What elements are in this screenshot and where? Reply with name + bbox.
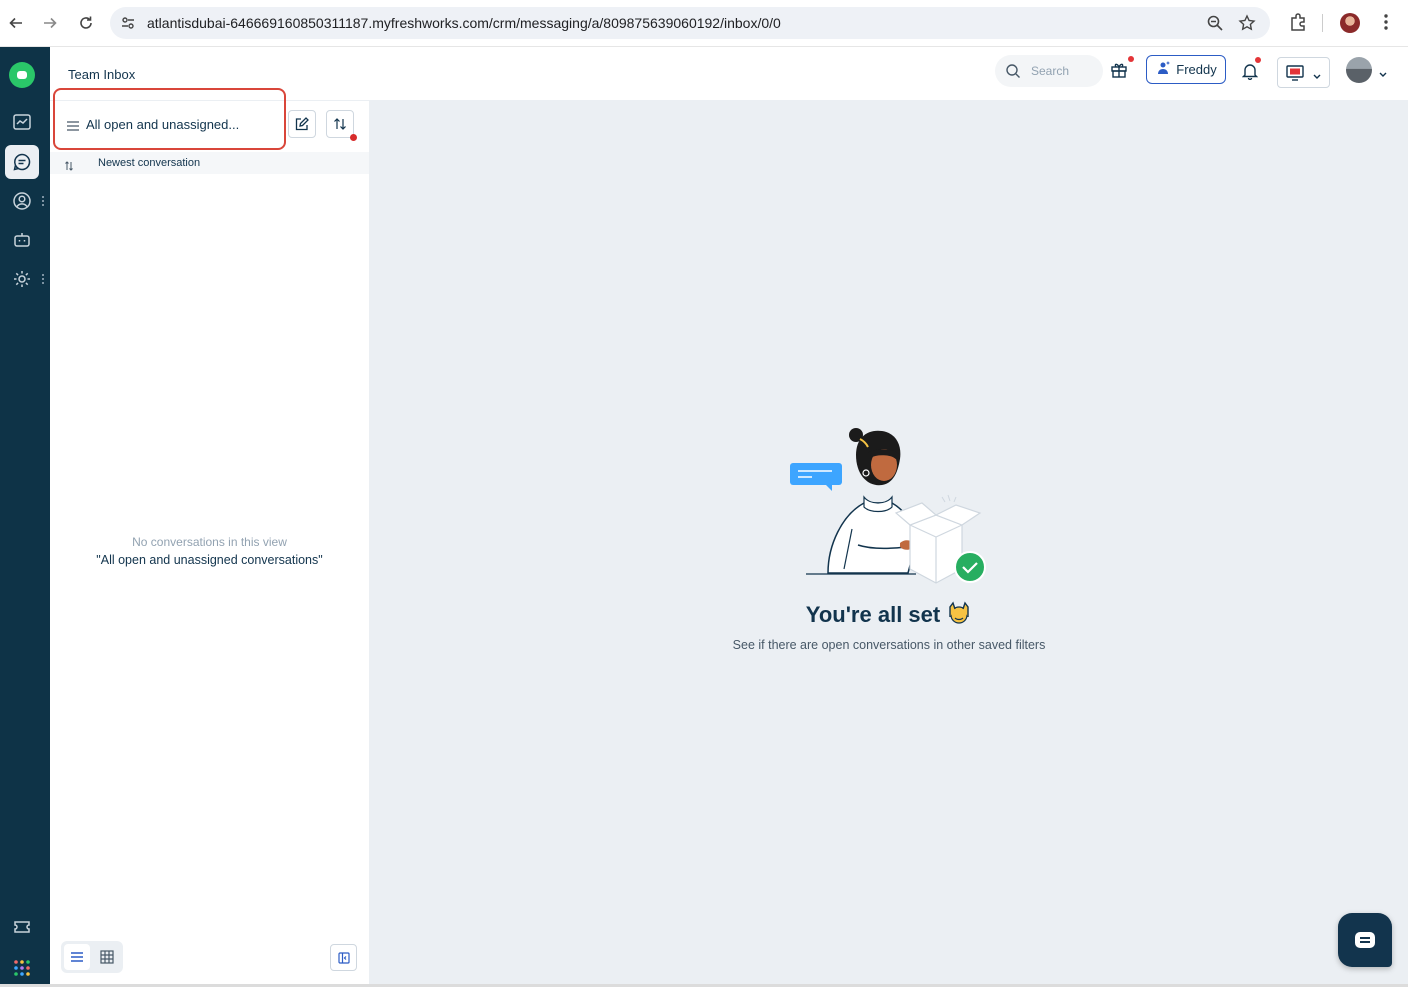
apps-grid-icon[interactable] [5, 951, 39, 985]
empty-line-1: No conversations in this view [132, 535, 287, 549]
menu-lines-icon [66, 119, 80, 137]
saved-filter-dropdown[interactable]: All open and unassigned... [54, 101, 286, 151]
freddy-button[interactable]: Freddy [1146, 55, 1226, 84]
empty-state-subtitle: See if there are open conversations in o… [732, 638, 1046, 652]
conversation-detail-area: You're all set See if there are open con… [370, 101, 1408, 987]
bot-icon[interactable] [5, 223, 39, 257]
browser-toolbar: atlantisdubai-646669160850311187.myfresh… [0, 0, 1408, 47]
sort-indicator-row: Newest conversation [50, 152, 369, 174]
table-view-button[interactable] [94, 944, 120, 970]
chevron-down-icon [1312, 68, 1322, 86]
list-view-button[interactable] [64, 944, 90, 970]
toolbar-divider [1322, 14, 1323, 32]
user-avatar[interactable] [1346, 57, 1372, 83]
sort-label: Newest conversation [98, 157, 201, 169]
browser-profile-avatar[interactable] [1340, 13, 1360, 33]
celebrate-emoji-icon [946, 601, 972, 631]
bookmark-star-icon[interactable] [1238, 14, 1256, 37]
empty-state-title: You're all set [370, 601, 1408, 631]
search-placeholder: Search [1031, 64, 1070, 78]
edit-filter-button[interactable] [288, 110, 316, 138]
gift-notification-dot [1128, 56, 1134, 62]
settings-more-icon[interactable] [42, 272, 46, 286]
empty-state-title-text: You're all set [805, 602, 941, 627]
site-settings-icon[interactable] [120, 15, 136, 36]
all-set-illustration [788, 425, 988, 595]
chat-bubble-icon [1355, 932, 1375, 948]
app-header: Team Inbox Search Freddy [50, 47, 1408, 101]
freddy-ai-icon [1155, 60, 1171, 79]
list-view-icon [71, 952, 83, 962]
freshworks-logo[interactable] [9, 62, 35, 88]
forward-icon[interactable] [38, 11, 62, 35]
collapse-panel-button[interactable] [330, 944, 357, 971]
table-view-icon [100, 950, 114, 964]
reload-icon[interactable] [74, 11, 98, 35]
avatar-chevron-down-icon[interactable] [1378, 66, 1388, 84]
edit-icon [295, 117, 309, 131]
extensions-puzzle-icon[interactable] [1288, 12, 1308, 37]
url-text[interactable]: atlantisdubai-646669160850311187.myfresh… [147, 15, 781, 31]
back-icon[interactable] [4, 11, 28, 35]
contacts-more-icon[interactable] [42, 194, 46, 208]
filter-label: All open and unassigned... [86, 117, 240, 132]
global-search-input[interactable]: Search [995, 55, 1103, 87]
gift-icon[interactable] [1110, 61, 1128, 84]
browser-menu-icon[interactable] [1378, 12, 1394, 37]
view-mode-toggle [61, 941, 123, 973]
sort-small-icon [64, 158, 74, 176]
empty-line-2: "All open and unassigned conversations" [96, 553, 323, 567]
conversation-list-panel: All open and unassigned... Newest conver… [50, 88, 370, 987]
notifications-bell-icon[interactable] [1241, 62, 1259, 85]
deals-icon[interactable] [5, 105, 39, 139]
address-bar[interactable]: atlantisdubai-646669160850311187.myfresh… [110, 7, 1270, 39]
settings-icon[interactable] [5, 262, 39, 296]
search-icon [1005, 63, 1021, 84]
zoom-icon[interactable] [1206, 14, 1224, 37]
collapse-panel-icon [337, 951, 350, 964]
screen-share-dropdown[interactable] [1277, 57, 1330, 88]
ticket-icon[interactable] [5, 910, 39, 944]
monitor-icon [1286, 65, 1304, 86]
contacts-icon[interactable] [5, 184, 39, 218]
sort-arrows-icon [334, 118, 346, 130]
chat-widget-button[interactable] [1338, 913, 1392, 967]
sort-active-dot [350, 134, 357, 141]
freddy-label: Freddy [1176, 62, 1217, 77]
bell-notification-dot [1255, 57, 1261, 63]
inbox-icon[interactable] [5, 145, 39, 179]
empty-list-message: No conversations in this view "All open … [50, 535, 369, 567]
page-title: Team Inbox [68, 67, 136, 82]
sort-button[interactable] [326, 110, 354, 138]
